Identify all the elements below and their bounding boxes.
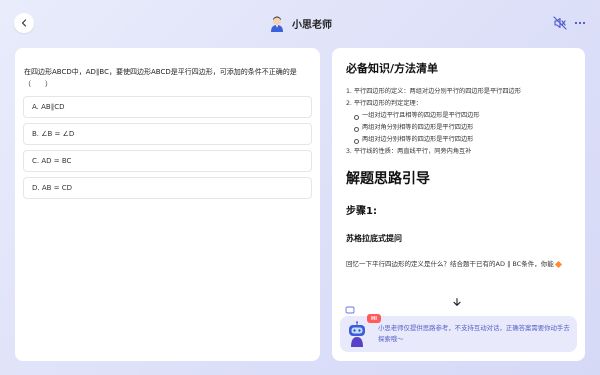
question-stem: 在四边形ABCD中，AD∥BC，要使四边形ABCD是平行四边形，可添加的条件不正… xyxy=(24,68,297,88)
chevron-left-icon xyxy=(21,19,27,27)
guide-scroll-area[interactable]: 必备知识/方法清单 1. 平行四边形的定义：两组对边分别平行的四边形是平行四边形… xyxy=(332,48,585,308)
tool-icon[interactable] xyxy=(345,306,355,314)
title-group: 小思老师 xyxy=(268,13,332,33)
knowledge-subitem: 两组对角分别相等的四边形是平行四边形 xyxy=(346,122,571,134)
top-bar: 小思老师 xyxy=(0,0,600,46)
knowledge-title: 必备知识/方法清单 xyxy=(346,62,439,75)
guide-title: 解题思路引导 xyxy=(346,171,430,187)
knowledge-list: 1. 平行四边形的定义：两组对边分别平行的四边形是平行四边形 2. 平行四边形的… xyxy=(346,86,571,158)
more-button[interactable] xyxy=(572,15,588,31)
option-c[interactable]: C. AD = BC xyxy=(23,150,312,172)
back-button[interactable] xyxy=(14,13,34,33)
robot-mascot-icon xyxy=(349,321,365,347)
guide-prompt-text: 回忆一下平行四边形的定义是什么？结合题干已有的AD ∥ BC条件，你能 xyxy=(346,260,554,268)
option-d[interactable]: D. AB = CD xyxy=(23,177,312,199)
page-title: 小思老师 xyxy=(292,19,332,31)
guide-prompt: 回忆一下平行四边形的定义是什么？结合题干已有的AD ∥ BC条件，你能 xyxy=(346,258,571,270)
speaker-muted-icon xyxy=(553,16,567,30)
mute-button[interactable] xyxy=(552,15,568,31)
step-title: 步骤1: xyxy=(346,206,377,217)
hi-badge: Hi xyxy=(367,314,381,323)
option-a[interactable]: A. AB∥CD xyxy=(23,96,312,118)
knowledge-subitem: 一组对边平行且相等的四边形是平行四边形 xyxy=(346,110,571,122)
option-b[interactable]: B. ∠B = ∠D xyxy=(23,123,312,145)
knowledge-subitem: 两组对边分别相等的四边形是平行四边形 xyxy=(346,134,571,146)
method-title: 苏格拉底式提问 xyxy=(346,234,402,243)
knowledge-item: 1. 平行四边形的定义：两组对边分别平行的四边形是平行四边形 xyxy=(346,88,521,95)
notice-text: 小思老师仅提供思路参考，不支持互动对话，正确答案需要你动手去探索哦～ xyxy=(378,324,570,343)
question-card: 在四边形ABCD中，AD∥BC，要使四边形ABCD是平行四边形，可添加的条件不正… xyxy=(15,48,320,361)
knowledge-item: 3. 平行线的性质：两直线平行，同旁内角互补 xyxy=(346,148,472,155)
more-dots-icon xyxy=(574,21,586,25)
arrow-down-icon xyxy=(453,297,461,306)
teacher-avatar-icon xyxy=(271,16,283,32)
typing-cursor-icon xyxy=(554,260,562,268)
options-list: A. AB∥CD B. ∠B = ∠D C. AD = BC D. AB = C… xyxy=(23,96,312,199)
knowledge-item: 2. 平行四边形的判定定理： xyxy=(346,100,422,107)
scroll-down-button[interactable] xyxy=(450,295,464,309)
